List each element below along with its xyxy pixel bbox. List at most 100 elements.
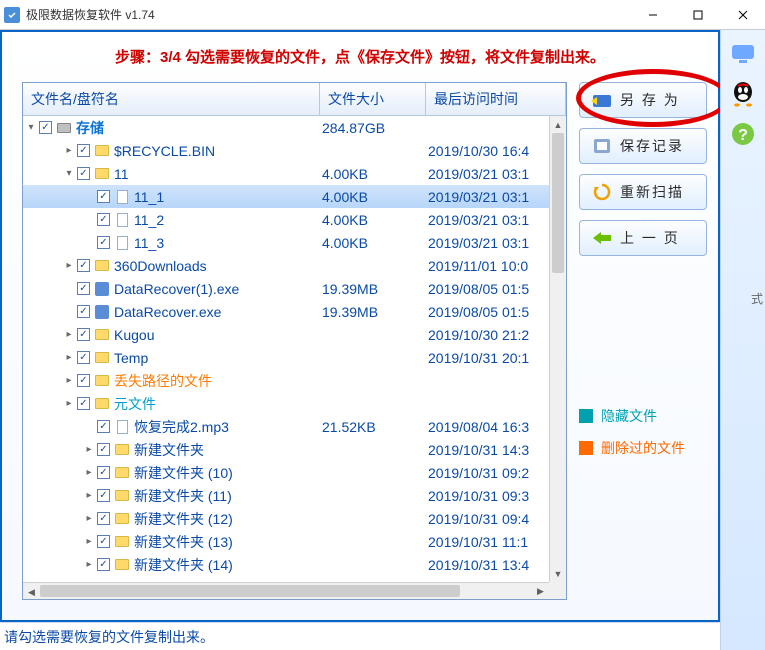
checkbox[interactable] [97,443,110,456]
table-row[interactable]: ▸新建文件夹 (14)2019/10/31 13:4 [23,553,549,576]
row-name: 新建文件夹 (11) [134,486,232,506]
expander-icon [83,214,95,226]
expander-icon[interactable]: ▾ [63,168,75,180]
column-size[interactable]: 文件大小 [320,83,426,115]
rail-monitor-icon[interactable] [727,38,759,70]
expander-icon[interactable]: ▸ [83,444,95,456]
checkbox[interactable] [97,466,110,479]
expander-icon[interactable]: ▸ [63,260,75,272]
checkbox[interactable] [77,167,90,180]
row-date: 2019/11/01 10:0 [428,258,549,274]
checkbox[interactable] [97,213,110,226]
maximize-button[interactable] [675,0,720,30]
table-row[interactable]: ▸ 元文件 [23,392,549,415]
table-row[interactable]: ▸丢失路径的文件 [23,369,549,392]
exe-icon [94,304,110,320]
minimize-button[interactable] [630,0,675,30]
close-button[interactable] [720,0,765,30]
folder-icon [94,396,110,412]
save-record-button[interactable]: 保存记录 [579,128,707,164]
scroll-right-icon[interactable]: ▶ [532,583,549,599]
table-row[interactable]: 恢复完成2.mp321.52KB2019/08/04 16:3 [23,415,549,438]
prev-page-button[interactable]: 上 一 页 [579,220,707,256]
table-row[interactable]: ▸$RECYCLE.BIN2019/10/30 16:4 [23,139,549,162]
checkbox[interactable] [77,397,90,410]
expander-icon[interactable]: ▸ [83,490,95,502]
folder-icon [114,442,130,458]
expander-icon[interactable]: ▸ [83,467,95,479]
legend-deleted-swatch [579,441,593,455]
step-banner: 步骤：3/4 勾选需要恢复的文件，点《保存文件》按钮，将文件复制出来。 [2,32,718,79]
right-rail: ? 式 [720,30,765,650]
folder-icon [114,557,130,573]
table-row[interactable]: ▸Kugou2019/10/30 21:2 [23,323,549,346]
checkbox[interactable] [77,351,90,364]
rail-help-icon[interactable]: ? [727,118,759,150]
rescan-button[interactable]: 重新扫描 [579,174,707,210]
table-row[interactable]: ▾114.00KB2019/03/21 03:1 [23,162,549,185]
scroll-up-icon[interactable]: ▲ [550,116,566,133]
table-row[interactable]: ▸新建文件夹 (12)2019/10/31 09:4 [23,507,549,530]
table-row[interactable]: ▸新建文件夹 (11)2019/10/31 09:3 [23,484,549,507]
row-date: 2019/03/21 03:1 [428,212,549,228]
table-row[interactable]: ▸新建文件夹 (10)2019/10/31 09:2 [23,461,549,484]
expander-icon[interactable]: ▸ [63,329,75,341]
root-row[interactable]: ▾ 存储 284.87GB [23,116,549,139]
horizontal-scrollbar[interactable]: ◀ ▶ [23,582,549,599]
folder-icon [94,327,110,343]
expander-icon[interactable]: ▸ [63,398,75,410]
row-name: 恢复完成2.mp3 [134,417,229,437]
expander-icon[interactable]: ▸ [63,145,75,157]
row-name: $RECYCLE.BIN [114,143,215,159]
expander-icon[interactable]: ▸ [83,559,95,571]
scroll-thumb[interactable] [552,133,564,273]
expander-icon[interactable]: ▸ [63,375,75,387]
scroll-down-icon[interactable]: ▼ [550,565,566,582]
checkbox[interactable] [77,282,90,295]
checkbox[interactable] [97,190,110,203]
row-date: 2019/03/21 03:1 [428,235,549,251]
table-row[interactable]: DataRecover(1).exe19.39MB2019/08/05 01:5 [23,277,549,300]
row-size: 284.87GB [322,120,428,136]
scroll-left-icon[interactable]: ◀ [23,584,40,599]
row-size: 4.00KB [322,235,428,251]
row-size: 4.00KB [322,166,428,182]
checkbox[interactable] [97,535,110,548]
column-name[interactable]: 文件名/盘符名 [23,83,320,115]
file-list-header: 文件名/盘符名 文件大小 最后访问时间 [23,83,566,116]
checkbox[interactable] [97,420,110,433]
checkbox[interactable] [97,236,110,249]
table-row[interactable]: ▸新建文件夹 (13)2019/10/31 11:1 [23,530,549,553]
checkbox[interactable] [97,489,110,502]
hscroll-thumb[interactable] [40,585,460,597]
table-row[interactable]: ▸360Downloads2019/11/01 10:0 [23,254,549,277]
table-row[interactable]: ▸Temp2019/10/31 20:1 [23,346,549,369]
expander-icon[interactable]: ▸ [63,352,75,364]
checkbox[interactable] [77,328,90,341]
checkbox[interactable] [77,259,90,272]
checkbox[interactable] [97,558,110,571]
checkbox[interactable] [77,305,90,318]
row-name: DataRecover.exe [114,304,221,320]
checkbox[interactable] [39,121,52,134]
expander-icon [83,191,95,203]
titlebar: 极限数据恢复软件 v1.74 [0,0,765,30]
save-as-button[interactable]: 另 存 为 [579,82,707,118]
table-row[interactable]: DataRecover.exe19.39MB2019/08/05 01:5 [23,300,549,323]
checkbox[interactable] [77,144,90,157]
column-date[interactable]: 最后访问时间 [426,83,566,115]
drive-icon [56,120,72,136]
table-row[interactable]: 11_24.00KB2019/03/21 03:1 [23,208,549,231]
expander-icon[interactable]: ▾ [25,122,37,134]
table-row[interactable]: 11_14.00KB2019/03/21 03:1 [23,185,549,208]
checkbox[interactable] [77,374,90,387]
checkbox[interactable] [97,512,110,525]
expander-icon[interactable]: ▸ [83,513,95,525]
row-date: 2019/03/21 03:1 [428,189,549,205]
table-row[interactable]: 11_34.00KB2019/03/21 03:1 [23,231,549,254]
row-name: 元文件 [114,394,156,414]
table-row[interactable]: ▸新建文件夹2019/10/31 14:3 [23,438,549,461]
expander-icon[interactable]: ▸ [83,536,95,548]
rail-qq-icon[interactable] [727,78,759,110]
vertical-scrollbar[interactable]: ▲ ▼ [549,116,566,582]
